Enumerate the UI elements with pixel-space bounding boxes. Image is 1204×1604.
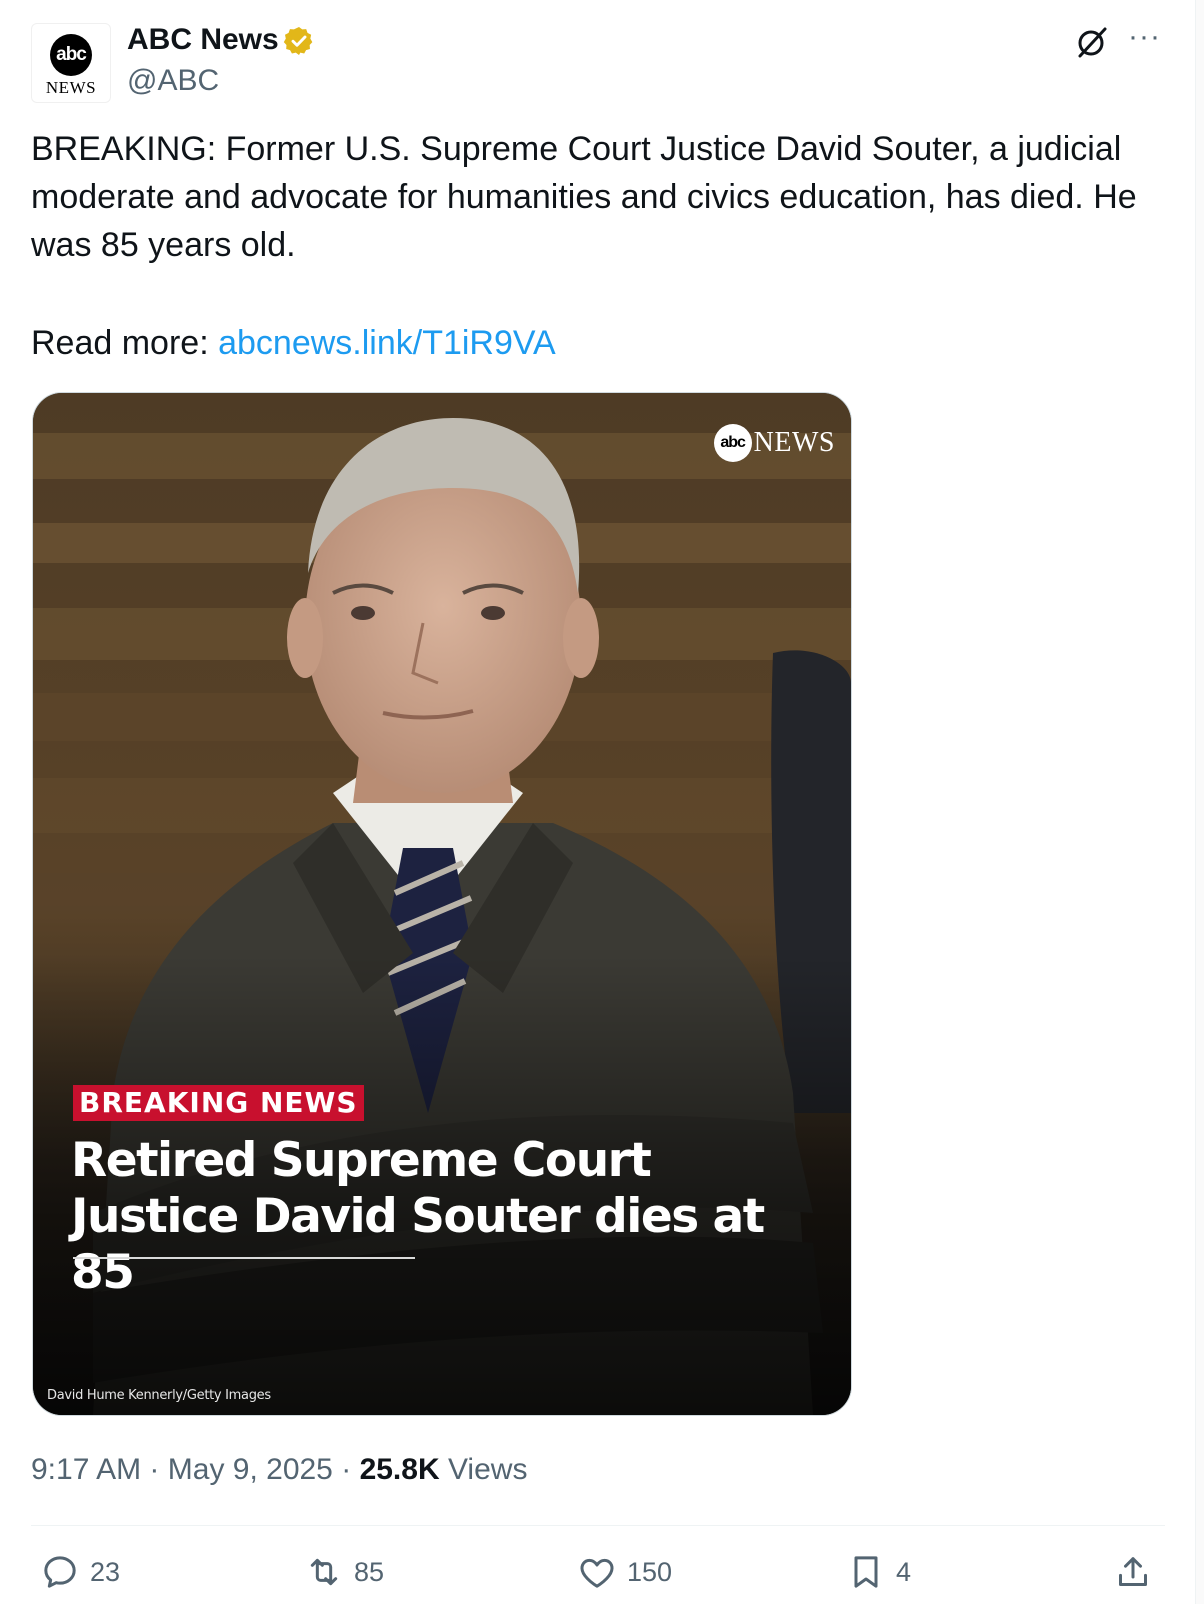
like-count: 150: [627, 1556, 673, 1587]
headline-divider: [73, 1257, 415, 1259]
read-more: Read more: abcnews.link/T1iR9VA: [31, 319, 556, 367]
breaking-news-badge: BREAKING NEWS: [73, 1085, 364, 1121]
verified-badge-icon[interactable]: [283, 25, 315, 57]
page-gutter: [1196, 0, 1204, 1604]
author-handle[interactable]: @ABC: [127, 64, 219, 98]
bookmark-count: 4: [896, 1556, 912, 1587]
divider: [31, 1525, 1165, 1526]
media-logo-mark: abc: [713, 424, 752, 462]
more-icon[interactable]: ···: [1128, 22, 1164, 52]
share-icon: [1119, 1557, 1147, 1586]
media-abc-logo: abc NEWS: [713, 423, 835, 463]
media-logo-text: NEWS: [753, 427, 835, 458]
post-time[interactable]: 9:17 AM: [31, 1453, 141, 1486]
media-headline: Retired Supreme Court Justice David Sout…: [71, 1133, 765, 1300]
like-icon: [580, 1558, 614, 1588]
like-button[interactable]: 150: [577, 1552, 672, 1592]
post-link[interactable]: abcnews.link/T1iR9VA: [218, 324, 556, 362]
read-more-label: Read more:: [31, 324, 209, 362]
views-count[interactable]: 25.8K: [360, 1453, 440, 1486]
share-button[interactable]: [1113, 1552, 1153, 1592]
post-date[interactable]: May 9, 2025: [168, 1453, 333, 1486]
post-meta: 9:17 AM · May 9, 2025 · 25.8K Views: [31, 1452, 527, 1488]
bookmark-icon: [854, 1556, 878, 1588]
meta-separator: ·: [341, 1453, 352, 1486]
views-label: Views: [447, 1453, 528, 1486]
avatar-logo-mark: abc: [50, 34, 92, 76]
post-media[interactable]: abc NEWS BREAKING NEWS Retired Supreme C…: [32, 392, 852, 1416]
avatar[interactable]: abc NEWS: [31, 23, 111, 103]
reply-button[interactable]: 23: [40, 1552, 120, 1592]
avatar-logo-text: NEWS: [45, 78, 97, 97]
repost-button[interactable]: 85: [304, 1552, 384, 1592]
post-text: BREAKING: Former U.S. Supreme Court Just…: [31, 130, 1137, 264]
grok-icon[interactable]: [1074, 24, 1110, 60]
reply-count: 23: [90, 1556, 121, 1587]
reply-icon: [44, 1556, 76, 1588]
repost-icon: [310, 1558, 338, 1586]
meta-separator: ·: [149, 1453, 160, 1486]
author-name[interactable]: ABC News: [127, 23, 279, 57]
repost-count: 85: [354, 1556, 385, 1587]
photo-credit: David Hume Kennerly/Getty Images: [47, 1388, 271, 1403]
bookmark-button[interactable]: 4: [846, 1552, 911, 1592]
